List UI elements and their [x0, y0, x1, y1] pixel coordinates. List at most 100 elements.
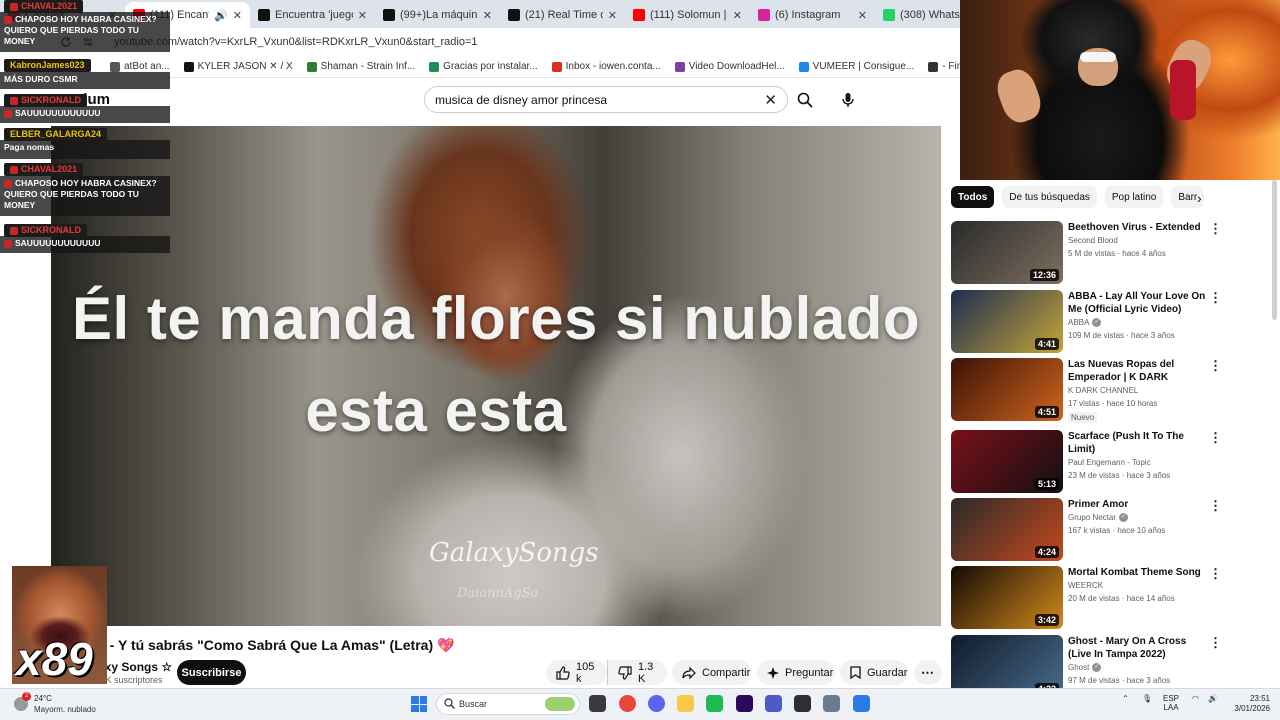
subscribe-button[interactable]: Suscribirse: [177, 660, 246, 685]
chevron-right-icon[interactable]: ›: [1197, 190, 1202, 206]
close-tab-icon[interactable]: ✕: [608, 9, 617, 22]
recommendation-thumbnail[interactable]: 3:42: [951, 566, 1063, 629]
search-box[interactable]: musica de disney amor princesa ✕: [424, 86, 788, 113]
browser-tab[interactable]: (308) WhatsAp✕: [875, 2, 960, 28]
file-explorer-app-icon[interactable]: [677, 695, 694, 712]
recommendation-card[interactable]: 4:24 Primer Amor Grupo Nectar ✓ 167 k vistas…: [951, 498, 1271, 562]
more-actions-button[interactable]: ⋯: [914, 660, 942, 685]
teams-app-icon[interactable]: [765, 695, 782, 712]
bookmark-item[interactable]: KYLER JASON ✕ / X: [183, 61, 293, 72]
close-tab-icon[interactable]: ✕: [358, 9, 367, 22]
taskbar-search[interactable]: Buscar: [436, 693, 580, 715]
system-clock[interactable]: 23:51 3/01/2026: [1222, 694, 1270, 714]
bookmark-item[interactable]: Shaman - Strain Inf...: [306, 61, 416, 72]
recommendation-card[interactable]: 5:13 Scarface (Push It To The Limit) Paul …: [951, 430, 1271, 494]
recommendation-thumbnail[interactable]: 4:24: [951, 498, 1063, 561]
recommendation-thumbnail[interactable]: 4:51: [951, 358, 1063, 421]
browser-tab[interactable]: (21) Real Time on X: ✕: [500, 2, 625, 28]
recommendation-title[interactable]: Mortal Kombat Theme Song: [1068, 566, 1208, 579]
filter-chip[interactable]: Pop latino: [1104, 186, 1164, 208]
start-button[interactable]: [411, 696, 427, 712]
language-indicator[interactable]: ESP LAA: [1163, 694, 1179, 712]
recommendation-channel[interactable]: K DARK CHANNEL: [1068, 386, 1138, 395]
spotify-app-icon[interactable]: [706, 695, 723, 712]
bookmark-item[interactable]: - Find & Share on G...: [928, 61, 960, 72]
windows-logo-icon: [411, 696, 419, 704]
more-vertical-icon[interactable]: ⋮: [1209, 222, 1222, 235]
premiere-app-icon[interactable]: [736, 695, 753, 712]
more-vertical-icon[interactable]: ⋮: [1209, 636, 1222, 649]
tray-chevron-icon[interactable]: ⌃: [1122, 694, 1129, 703]
filter-chip[interactable]: De tus búsquedas: [1002, 186, 1097, 208]
like-count: 105 k: [576, 660, 595, 685]
share-button[interactable]: Compartir: [672, 660, 751, 685]
sidebar-scrollbar[interactable]: [1272, 180, 1277, 320]
save-button[interactable]: Guardar: [840, 660, 908, 685]
browser-tab[interactable]: (99+)La máquina: Bai ✕: [375, 2, 500, 28]
search-input[interactable]: musica de disney amor princesa: [435, 93, 607, 107]
dislike-button[interactable]: 1.3 K: [607, 660, 667, 685]
video-player[interactable]: Él te manda flores si nublado esta esta …: [51, 126, 941, 626]
bookmark-label: Shaman - Strain Inf...: [320, 61, 416, 72]
close-tab-icon[interactable]: ✕: [483, 9, 492, 22]
recommendation-thumbnail[interactable]: 4:41: [951, 290, 1063, 353]
recommendation-thumbnail[interactable]: 12:36: [951, 221, 1063, 284]
bookmark-item[interactable]: atBot an...: [110, 61, 170, 72]
tray-microphone-icon[interactable]: 🎙: [1142, 694, 1152, 703]
recommendation-title[interactable]: Scarface (Push It To The Limit): [1068, 430, 1208, 456]
discord-app-icon[interactable]: [648, 695, 665, 712]
filter-chip[interactable]: Todos: [951, 186, 995, 208]
wifi-icon[interactable]: ◠: [1192, 694, 1199, 703]
recommendation-card[interactable]: 4:41 ABBA - Lay All Your Love On Me (Offi…: [951, 290, 1271, 354]
browser-tab[interactable]: (111) Solomun | Boile ✕: [625, 2, 750, 28]
chrome-app-icon[interactable]: [619, 695, 636, 712]
bookmark-item[interactable]: Gracias por instalar...: [429, 61, 538, 72]
task-view-icon[interactable]: [589, 695, 606, 712]
channel-name[interactable]: axy Songs ☆: [98, 660, 172, 674]
subscriber-count: 2 K suscriptores: [98, 675, 163, 685]
more-vertical-icon[interactable]: ⋮: [1209, 499, 1222, 512]
recommendation-title[interactable]: Beethoven Virus - Extended: [1068, 221, 1208, 234]
obs-app-icon[interactable]: [794, 695, 811, 712]
close-tab-icon[interactable]: ✕: [858, 9, 867, 22]
recommendation-channel[interactable]: WEERCK: [1068, 581, 1103, 590]
recommendation-channel[interactable]: Paul Engemann - Topic: [1068, 458, 1151, 467]
recommendation-channel[interactable]: ABBA ✓: [1068, 318, 1102, 328]
ask-button[interactable]: Preguntar: [757, 660, 835, 685]
more-vertical-icon[interactable]: ⋮: [1209, 567, 1222, 580]
voice-search-button[interactable]: [834, 86, 861, 113]
close-tab-icon[interactable]: ✕: [733, 9, 742, 22]
settings-app-icon[interactable]: [823, 695, 840, 712]
recommendation-title[interactable]: ABBA - Lay All Your Love On Me (Official…: [1068, 290, 1208, 316]
more-vertical-icon[interactable]: ⋮: [1209, 291, 1222, 304]
close-tab-icon[interactable]: ✕: [233, 9, 242, 22]
snipping-app-icon[interactable]: [853, 695, 870, 712]
browser-tab[interactable]: Encuentra 'juego de ✕: [250, 2, 375, 28]
more-vertical-icon[interactable]: ⋮: [1209, 359, 1222, 372]
recommendation-card[interactable]: 4:51 Las Nuevas Ropas del Emperador | K D…: [951, 358, 1271, 423]
recommendation-title[interactable]: Primer Amor: [1068, 498, 1208, 511]
recommendation-channel[interactable]: Grupo Nectar ✓: [1068, 513, 1129, 523]
bookmark-item[interactable]: Video DownloadHel...: [674, 61, 785, 72]
chat-badge-icon: [4, 179, 12, 188]
bookmark-item[interactable]: Inbox - iowen.conta...: [551, 61, 661, 72]
clock-time: 23:51: [1249, 694, 1270, 703]
more-vertical-icon[interactable]: ⋮: [1209, 431, 1222, 444]
weather-widget[interactable]: 2 24°C Mayorm. nublado: [12, 692, 122, 718]
recommendation-channel[interactable]: Second Blood: [1068, 236, 1118, 245]
volume-icon[interactable]: 🔊: [1208, 694, 1218, 703]
recommendation-title[interactable]: Las Nuevas Ropas del Emperador | K DARK …: [1068, 358, 1208, 384]
like-button[interactable]: 105 k: [546, 660, 607, 685]
recommendation-thumbnail[interactable]: 5:13: [951, 430, 1063, 493]
bookmark-item[interactable]: VUMEER | Consigue...: [798, 61, 914, 72]
recommendation-channel[interactable]: Ghost ✓: [1068, 663, 1102, 673]
recommendation-card[interactable]: 12:36 Beethoven Virus - Extended Second Bl…: [951, 221, 1271, 285]
search-highlight-icon: [545, 697, 575, 711]
speaker-icon[interactable]: 🔊: [214, 9, 228, 22]
recommendation-title[interactable]: Ghost - Mary On A Cross (Live In Tampa 2…: [1068, 635, 1208, 661]
browser-tab[interactable]: (6) Instagram ✕: [750, 2, 875, 28]
recommendation-card[interactable]: 3:42 Mortal Kombat Theme Song WEERCK 20 M d…: [951, 566, 1271, 630]
clear-search-icon[interactable]: ✕: [764, 91, 777, 109]
search-button[interactable]: [788, 86, 822, 113]
recommendation-channel-name: ABBA: [1068, 318, 1090, 327]
